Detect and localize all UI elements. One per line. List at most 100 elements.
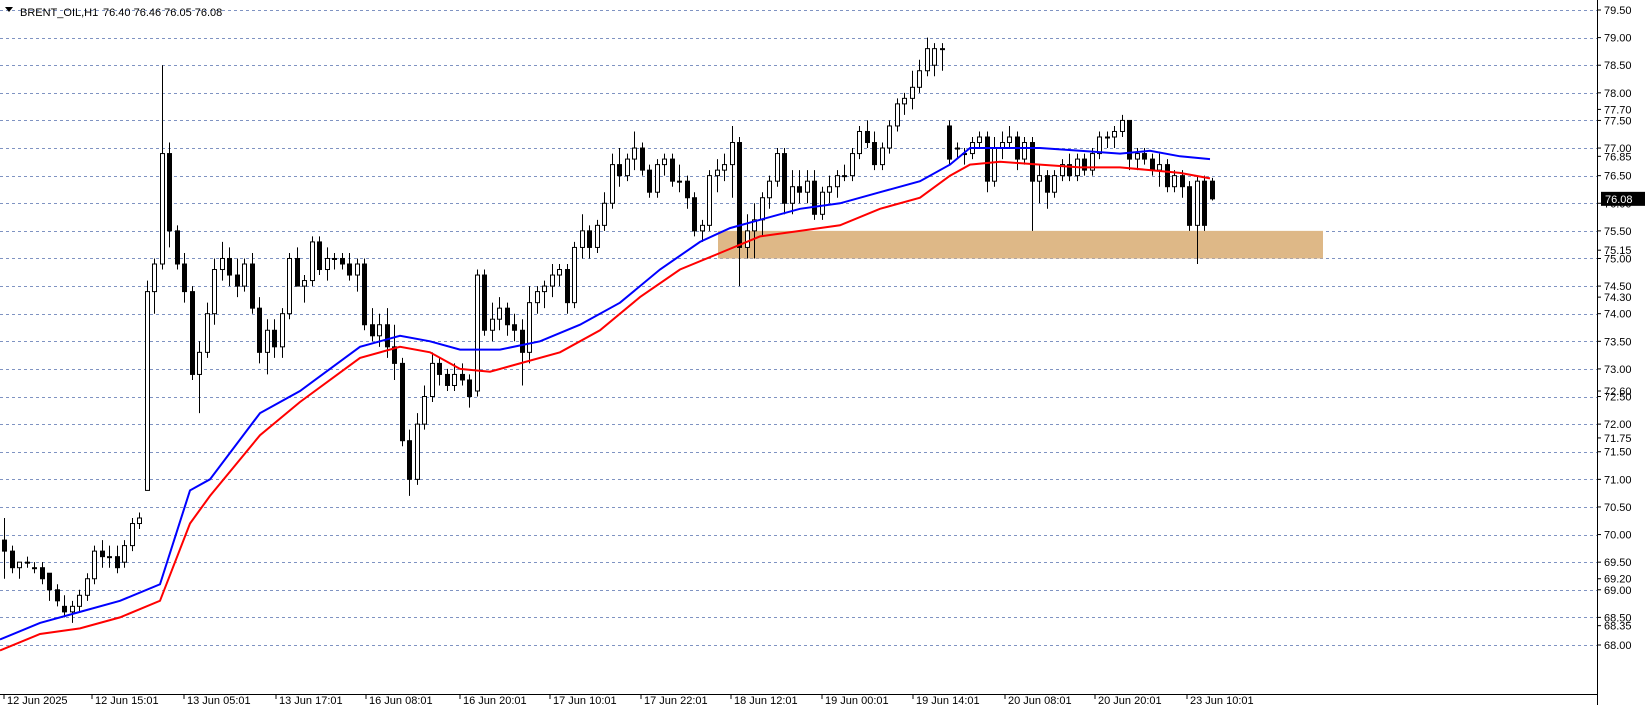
bear-candle [445, 368, 450, 391]
bear-candle [235, 258, 240, 298]
bull-candle [677, 164, 682, 193]
candle-body [265, 329, 270, 353]
candle-body [227, 257, 232, 276]
price-tick-label: 70.00 [1604, 530, 1632, 542]
candle-body [115, 556, 120, 569]
candle-body [317, 241, 322, 271]
candle-body [722, 164, 727, 171]
price-tick-label: 71.75 [1604, 433, 1632, 445]
bull-candle [145, 280, 150, 491]
candle-body [505, 307, 510, 326]
time-tick-label: 13 Jun 05:01 [187, 695, 251, 705]
bull-candle [977, 131, 982, 149]
candle-body [572, 246, 577, 304]
bear-candle [1127, 119, 1132, 171]
candle-body [632, 147, 637, 160]
bull-candle [910, 70, 915, 110]
time-tick-label: 19 Jun 00:01 [825, 695, 889, 705]
bull-candle [707, 170, 712, 231]
bull-candle [430, 352, 435, 403]
candle-body [1195, 180, 1200, 226]
bull-candle [760, 192, 765, 237]
bull-candle [77, 589, 82, 612]
candle-body [25, 561, 30, 564]
candle-body [1210, 180, 1215, 200]
candle-body [407, 440, 412, 480]
bull-candle [632, 131, 637, 171]
price-tick-label: 74.00 [1604, 309, 1632, 321]
time-tick-label: 16 Jun 20:01 [463, 695, 527, 705]
bear-candle [182, 252, 187, 303]
candle-body [47, 572, 52, 591]
candle-body [437, 362, 442, 375]
candle-body [850, 153, 855, 177]
candle-body [2, 539, 7, 552]
candle-body [272, 329, 277, 348]
price-tick-label: 68.35 [1604, 621, 1632, 633]
candle-body [940, 48, 945, 51]
candle-body [250, 263, 255, 309]
bull-candle [287, 252, 292, 320]
bull-candle [332, 252, 337, 270]
candle-body [640, 147, 645, 171]
candle-body [332, 257, 337, 260]
candle-body [370, 324, 375, 337]
bull-candle [572, 241, 577, 309]
bull-candle [932, 43, 937, 77]
bull-candle [940, 43, 945, 71]
bull-candle [302, 275, 307, 303]
candle-body [955, 147, 960, 150]
bull-candle [655, 159, 660, 198]
candle-body [445, 373, 450, 386]
price-tick-label: 69.00 [1604, 585, 1632, 597]
candle-body [820, 191, 825, 215]
candle-body [895, 103, 900, 127]
bear-candle [100, 540, 105, 568]
bear-candle [347, 252, 352, 281]
price-tick-label: 72.50 [1604, 392, 1632, 404]
candle-body [167, 153, 172, 232]
candle-body [610, 164, 615, 204]
bear-candle [587, 225, 592, 259]
candle-body [1082, 158, 1087, 171]
bull-candle [715, 159, 720, 193]
price-tick-label: 79.50 [1604, 5, 1632, 17]
bull-candle [197, 341, 202, 414]
support-zone[interactable] [718, 230, 1323, 259]
bear-candle [1030, 137, 1035, 231]
time-tick-label: 17 Jun 10:01 [553, 695, 617, 705]
candle-body [745, 230, 750, 248]
bear-candle [295, 247, 300, 287]
candle-body [902, 97, 907, 105]
bear-candle [1210, 177, 1215, 201]
candle-body [790, 186, 795, 204]
bull-candle [557, 264, 562, 287]
bull-candle [122, 540, 127, 568]
bull-candle [70, 600, 75, 623]
candle-body [190, 291, 195, 375]
bull-candle [730, 125, 735, 198]
candle-body [17, 561, 22, 569]
bear-candle [520, 319, 525, 386]
candle-body [400, 362, 405, 442]
candle-body [62, 605, 67, 613]
bear-candle [782, 148, 787, 215]
bull-candle [700, 219, 705, 242]
candle-body [685, 180, 690, 199]
bear-candle [10, 545, 15, 574]
bull-candle [497, 297, 502, 331]
bull-candle [602, 192, 607, 231]
bull-candle [1022, 137, 1027, 165]
candle-body [715, 169, 720, 177]
candle-body [730, 142, 735, 166]
candle-body [580, 230, 585, 248]
candle-body [932, 48, 937, 66]
price-chart[interactable]: 79.5079.0078.5078.0077.7077.5077.0076.85… [0, 0, 1651, 705]
candle-body [55, 589, 60, 602]
candle-body [707, 175, 712, 226]
dropdown-arrow-icon[interactable] [5, 7, 13, 12]
candle-body [760, 197, 765, 221]
bull-candle [107, 545, 112, 568]
candle-body [812, 180, 817, 215]
candle-body [415, 423, 420, 480]
